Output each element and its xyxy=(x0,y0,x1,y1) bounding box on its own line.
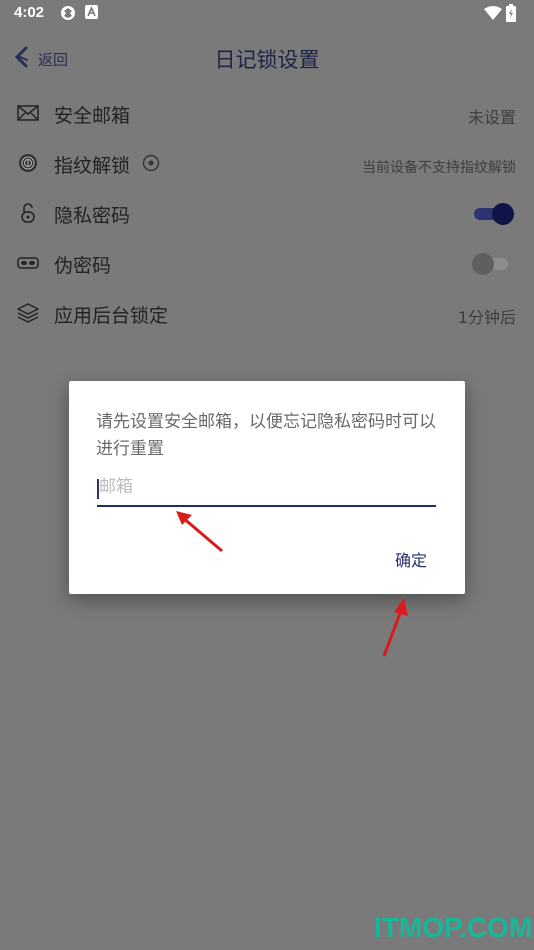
watermark: ITMOP.COM xyxy=(374,912,533,943)
annotation-arrow-to-email xyxy=(176,511,223,553)
app-header: 返回 日记锁设置 xyxy=(0,34,534,80)
battery-icon xyxy=(506,4,516,26)
status-bar: 4:02 xyxy=(0,0,534,28)
row-fake-password[interactable]: 伪密码 xyxy=(0,238,534,288)
row-background-lock[interactable]: 应用后台锁定 1分钟后 xyxy=(0,288,534,338)
confirm-button[interactable]: 确定 xyxy=(395,547,427,571)
row-privacy-password[interactable]: 隐私密码 xyxy=(0,188,534,238)
dialog-message: 请先设置安全邮箱，以便忘记隐私密码时可以进行重置 xyxy=(96,412,436,459)
row-label: 指纹解锁 xyxy=(54,155,131,177)
row-value: 当前设备不支持指纹解锁 xyxy=(362,160,516,176)
fake-password-toggle[interactable] xyxy=(472,253,512,275)
page-title: 日记锁设置 xyxy=(214,48,320,72)
fingerprint-icon xyxy=(17,152,39,174)
row-label: 安全邮箱 xyxy=(54,105,131,127)
toggle-knob xyxy=(472,253,494,275)
notification-a-icon xyxy=(85,5,98,23)
wifi-icon xyxy=(484,6,502,24)
row-safe-email[interactable]: 安全邮箱 未设置 xyxy=(0,88,534,138)
layers-icon xyxy=(17,302,39,324)
annotation-arrow-to-confirm xyxy=(382,598,408,657)
email-field[interactable] xyxy=(97,477,438,507)
row-fingerprint[interactable]: 指纹解锁 当前设备不支持指纹解锁 xyxy=(0,138,534,188)
envelope-icon xyxy=(17,102,39,124)
email-input[interactable] xyxy=(97,477,438,497)
text-caret xyxy=(97,479,99,499)
set-email-dialog: 请先设置安全邮箱，以便忘记隐私密码时可以进行重置 确定 xyxy=(69,381,465,594)
toggle-knob xyxy=(492,203,514,225)
row-value: 1分钟后 xyxy=(457,308,516,327)
privacy-password-toggle[interactable] xyxy=(474,203,514,225)
row-label: 应用后台锁定 xyxy=(54,305,169,327)
vpn-status-icon xyxy=(60,5,76,25)
status-time: 4:02 xyxy=(14,4,45,21)
row-label: 伪密码 xyxy=(54,255,112,277)
mask-icon xyxy=(17,252,39,274)
lock-icon xyxy=(17,202,39,224)
row-value: 未设置 xyxy=(467,108,516,127)
info-circle-icon[interactable] xyxy=(142,154,160,176)
row-label: 隐私密码 xyxy=(54,205,131,227)
